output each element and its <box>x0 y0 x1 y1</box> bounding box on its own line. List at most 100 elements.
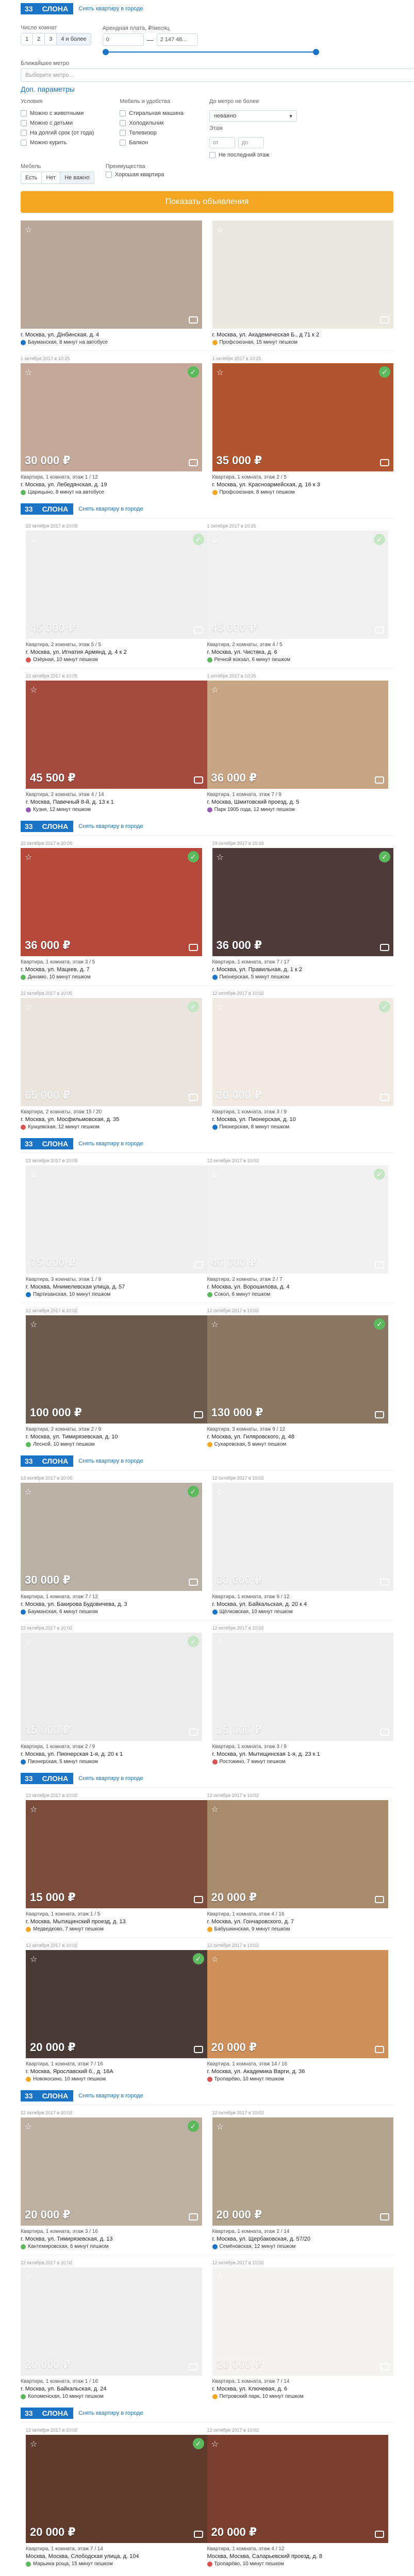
price-max-handle[interactable] <box>312 49 319 55</box>
favorite-star-icon[interactable]: ☆ <box>25 1002 32 1012</box>
listing-card[interactable]: ☆ г. Москва, ул. Дінбинская, д. 4 Бауман… <box>21 213 207 350</box>
favorite-star-icon[interactable]: ☆ <box>211 1804 219 1815</box>
furniture-any[interactable]: Не важно <box>60 172 94 183</box>
favorite-star-icon[interactable]: ☆ <box>25 2122 32 2132</box>
favorite-star-icon[interactable]: ☆ <box>30 1170 37 1180</box>
favorite-star-icon[interactable]: ☆ <box>217 1487 224 1497</box>
favorite-star-icon[interactable]: ☆ <box>211 685 219 695</box>
top-promo[interactable]: 33 СЛОНА Снять квартиру в городе <box>0 0 414 18</box>
listing-photo[interactable]: ☆ ✓ 40 000 ₽ <box>207 1165 388 1274</box>
listing-card[interactable]: 1 октября 2017 в 10:25 ☆ ✓ 30 000 ₽ Квар… <box>21 350 207 500</box>
listing-address[interactable]: г. Москва, ул. Гончаровского, д. 7 <box>207 1919 389 1925</box>
promo-strip[interactable]: 33 СЛОНА Снять квартиру в городе <box>21 818 393 835</box>
listing-address[interactable]: г. Москва, Шмитовский проезд, д. 5 <box>207 799 389 805</box>
price-min-handle[interactable] <box>102 49 109 55</box>
appliance-tv[interactable]: Телевизор <box>120 130 184 136</box>
rooms-option-4plus[interactable]: 4 и более <box>57 33 91 45</box>
listing-address[interactable]: г. Москва, ул. Ключевая, д. 6 <box>212 2386 394 2392</box>
listing-card[interactable]: 12 октября 2017 в 10:02 ☆ ✓ 30 000 ₽ Ква… <box>207 985 394 1135</box>
listing-address[interactable]: г. Москва, ул. Академика Варги, д. 36 <box>207 2069 389 2075</box>
price-from-input[interactable]: 0 <box>102 33 144 46</box>
promo-strip[interactable]: 33 СЛОНА Снять квартиру в городе <box>21 1135 393 1153</box>
favorite-star-icon[interactable]: ☆ <box>211 1319 219 1330</box>
favorite-star-icon[interactable]: ☆ <box>30 685 37 695</box>
listing-address[interactable]: г. Москва, ул. Тимирязевская, д. 10 <box>26 1434 207 1440</box>
listing-card[interactable]: 12 октября 2017 в 10:02 ☆ ✓ 20 000 ₽ Ква… <box>21 1937 207 2087</box>
condition-pets[interactable]: Можно с животными <box>21 110 94 116</box>
favorite-star-icon[interactable]: ☆ <box>25 2272 32 2282</box>
listing-address[interactable]: г. Москва, ул. Пионерская, д. 10 <box>212 1116 394 1123</box>
favorite-star-icon[interactable]: ☆ <box>211 1954 219 1964</box>
floor-to-input[interactable]: до <box>238 137 264 148</box>
listing-address[interactable]: г. Москва, ул. Байкальская, д. 24 <box>21 2386 202 2392</box>
listing-photo[interactable]: ☆ ✓ 30 000 ₽ <box>21 363 202 471</box>
listing-photo[interactable]: ☆ 30 000 ₽ <box>212 1483 393 1591</box>
listing-address[interactable]: г. Москва, ул. Байкальская, д. 20 к 4 <box>212 1601 394 1607</box>
listing-photo[interactable]: ☆ <box>212 221 393 329</box>
listing-photo[interactable]: ☆ ✓ 15 000 ₽ <box>21 1633 202 1741</box>
listing-photo[interactable]: ☆ ✓ 35 000 ₽ <box>212 363 393 471</box>
favorite-star-icon[interactable]: ☆ <box>25 367 32 378</box>
listing-photo[interactable]: ☆ 75 000 ₽ <box>26 1165 207 1274</box>
listing-card[interactable]: ☆ г. Москва, ул. Академическая Б., д 71 … <box>207 213 393 350</box>
listing-card[interactable]: 13 октября 2017 в 10:05 ☆ ✓ 30 000 ₽ Ква… <box>21 1470 207 1620</box>
favorite-star-icon[interactable]: ☆ <box>25 225 32 235</box>
appliance-fridge[interactable]: Холодильник <box>120 120 184 126</box>
listing-card[interactable]: 22 октября 2017 в 10:05 ☆ ✓ 45 000 ₽ Ква… <box>21 518 207 668</box>
listing-address[interactable]: г. Москва, ул. Красноармейская, д. 16 к … <box>212 482 394 488</box>
listing-photo[interactable]: ☆ ✓ 65 000 ₽ <box>21 998 202 1106</box>
favorite-star-icon[interactable]: ☆ <box>30 535 37 545</box>
listing-card[interactable]: 12 октября 2017 в 10:02 ☆ 20 000 ₽ Кварт… <box>207 1937 393 2087</box>
condition-smoking[interactable]: Можно курить <box>21 140 94 146</box>
favorite-star-icon[interactable]: ☆ <box>217 225 224 235</box>
floor-not-last[interactable]: Не последний этаж <box>209 152 297 158</box>
favorite-star-icon[interactable]: ☆ <box>25 1637 32 1647</box>
listing-address[interactable]: г. Москва, ул. Чистяка, д. 6 <box>207 649 389 655</box>
listing-photo[interactable]: ☆ 45 500 ₽ <box>26 681 207 789</box>
favorite-star-icon[interactable]: ☆ <box>211 1170 219 1180</box>
listing-card[interactable]: 22 октября 2017 в 10:05 ☆ ✓ 36 000 ₽ Ква… <box>21 835 207 985</box>
condition-kids[interactable]: Можно с детьми <box>21 120 94 126</box>
listing-photo[interactable]: ☆ ✓ 20 000 ₽ <box>21 2117 202 2226</box>
listing-address[interactable]: г. Москва, Мнимелевская улица, д. 57 <box>26 1284 207 1290</box>
listing-address[interactable]: г. Москва, ул. Щербаковская, д. 57/20 <box>212 2236 394 2242</box>
listing-card[interactable]: 12 октября 2017 в 10:02 ☆ 20 000 ₽ Кварт… <box>207 2422 393 2572</box>
listing-address[interactable]: г. Москва, ул. Правильная, д. 1 к 2 <box>212 967 394 973</box>
listing-photo[interactable]: ☆ 20 000 ₽ <box>207 2435 388 2543</box>
favorite-star-icon[interactable]: ☆ <box>217 2272 224 2282</box>
listing-address[interactable]: Москва, Москва, Саларьевский проезд, д. … <box>207 2553 389 2560</box>
listing-card[interactable]: 12 октября 2017 в 10:02 ☆ ✓ 20 000 ₽ Ква… <box>21 2105 207 2255</box>
favorite-star-icon[interactable]: ☆ <box>30 1804 37 1815</box>
listing-card[interactable]: 1 октября 2017 в 10:25 ☆ 36 000 ₽ Кварти… <box>207 668 393 818</box>
listing-card[interactable]: 12 октября 2017 в 10:02 ☆ 15 000 ₽ Кварт… <box>207 1620 393 1770</box>
listing-card[interactable]: 1 октября 2017 в 10:25 ☆ ✓ 35 000 ₽ Квар… <box>207 350 394 500</box>
listing-photo[interactable]: ☆ ✓ 20 000 ₽ <box>26 2435 207 2543</box>
listing-address[interactable]: г. Москва, Мытищинский проезд, д. 13 <box>26 1919 207 1925</box>
listing-photo[interactable]: ☆ 20 000 ₽ <box>207 1800 388 1908</box>
favorite-star-icon[interactable]: ☆ <box>211 535 219 545</box>
listing-photo[interactable]: ☆ ✓ 30 000 ₽ <box>21 1483 202 1591</box>
listing-address[interactable]: г. Москва, ул. Гиляровского, д. 48 <box>207 1434 389 1440</box>
listing-photo[interactable]: ☆ 20 000 ₽ <box>212 2267 393 2376</box>
more-params-link[interactable]: Доп. параметры <box>21 85 393 93</box>
rooms-option-3[interactable]: 3 <box>45 33 57 45</box>
listing-card[interactable]: 12 октября 2017 в 10:02 ☆ 20 000 ₽ Кварт… <box>207 1787 393 1937</box>
listing-card[interactable]: 12 октября 2017 в 10:02 ☆ 20 000 ₽ Кварт… <box>207 2255 394 2404</box>
listing-card[interactable]: 12 октября 2017 в 10:02 ☆ ✓ 20 000 ₽ Ква… <box>21 2422 207 2572</box>
listing-photo[interactable]: ☆ ✓ 45 000 ₽ <box>26 531 207 639</box>
listing-card[interactable]: 12 октября 2017 в 10:02 ☆ 20 000 ₽ Кварт… <box>207 2105 394 2255</box>
listing-card[interactable]: 22 октября 2017 в 10:05 ☆ 45 500 ₽ Кварт… <box>21 668 207 818</box>
price-to-input[interactable]: 2 147 48... <box>156 33 198 46</box>
promo-strip[interactable]: 33 СЛОНА Снять квартиру в городе <box>21 2404 393 2422</box>
listing-address[interactable]: г. Москва, ул. Игнатия Армянд, д. 4 к 2 <box>26 649 207 655</box>
favorite-star-icon[interactable]: ☆ <box>217 1002 224 1012</box>
rooms-option-1[interactable]: 1 <box>21 33 34 45</box>
listing-address[interactable]: г. Москва, Ярославский б., д. 16А <box>26 2069 207 2075</box>
repair-good[interactable]: Хорошая квартира <box>105 172 164 178</box>
favorite-star-icon[interactable]: ☆ <box>30 1319 37 1330</box>
listing-photo[interactable]: ☆ ✓ 45 000 ₽ <box>207 531 388 639</box>
favorite-star-icon[interactable]: ☆ <box>217 852 224 862</box>
metro-input[interactable]: Выберите метро... <box>21 69 414 82</box>
listing-card[interactable]: 12 октября 2017 в 10:02 ☆ ✓ 40 000 ₽ Ква… <box>207 1153 393 1302</box>
appliance-washer[interactable]: Стиральная машина <box>120 110 184 116</box>
